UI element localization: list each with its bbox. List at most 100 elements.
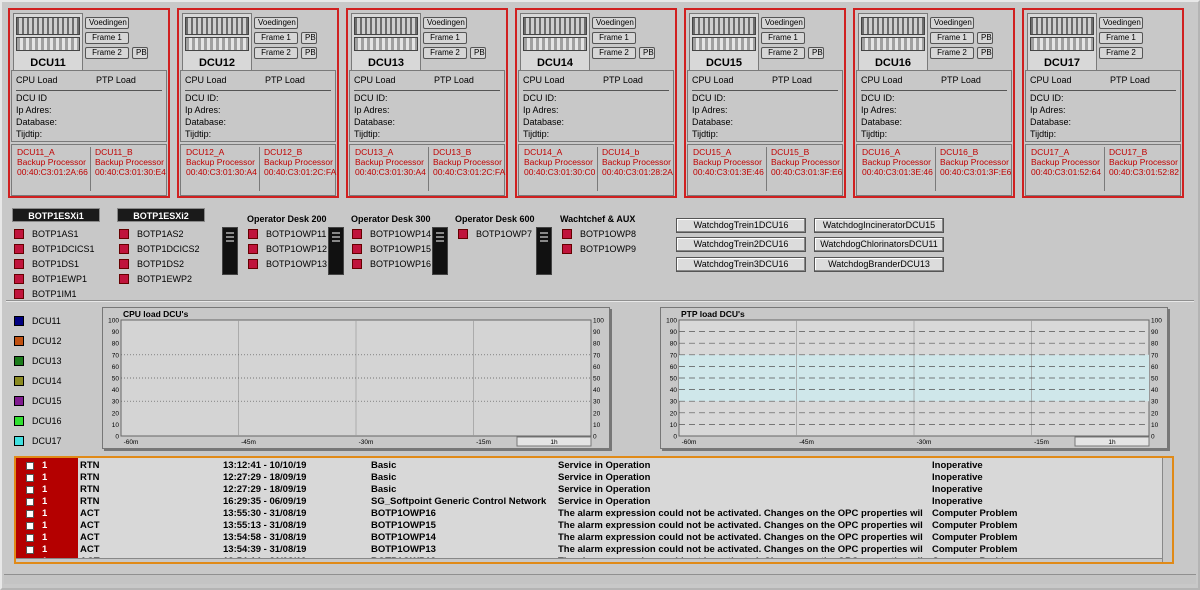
server-item-esx1[interactable]: BOTP1IM1 [32, 289, 77, 299]
alarm-ack-checkbox[interactable] [26, 486, 34, 494]
frame2-button[interactable]: Frame 2 [423, 47, 467, 59]
alarm-row[interactable]: 1 ACT 13:55:13 - 31/08/19 BOTP1OWP15 The ala… [16, 520, 1172, 532]
server-item-desk200[interactable]: BOTP1OWP11 [266, 229, 326, 239]
frame1-button[interactable]: Frame 1 [85, 32, 129, 44]
rack-slots-icon [523, 17, 587, 35]
server-item-esx1[interactable]: BOTP1AS1 [32, 229, 79, 239]
alarm-ack-checkbox[interactable] [26, 498, 34, 506]
alarm-list[interactable]: 1 RTN 13:12:41 - 10/10/19 Basic Service in O… [14, 456, 1174, 564]
watchdog-brander-button[interactable]: WatchdogBranderDCU13 [814, 257, 944, 272]
separator [597, 147, 598, 191]
server-item-desk300[interactable]: BOTP1OWP15 [370, 244, 431, 254]
watchdog-chlorinators-button[interactable]: WatchdogChlorinatorsDCU11 [814, 237, 944, 252]
watchdog-trein1-button[interactable]: WatchdogTrein1DCU16 [676, 218, 806, 233]
alarm-state: ACT [80, 532, 100, 543]
server-item-wachtchef[interactable]: BOTP1OWP8 [580, 229, 636, 239]
processor-b[interactable]: DCU12_B Backup Processor 00:40:C3:01:2C:FA [264, 147, 336, 177]
alarm-ack-checkbox[interactable] [26, 474, 34, 482]
pb-button[interactable]: PB [301, 47, 317, 59]
watchdog-trein3-button[interactable]: WatchdogTrein3DCU16 [676, 257, 806, 272]
server-item-esx2[interactable]: BOTP1AS2 [137, 229, 184, 239]
frame2-button[interactable]: Frame 2 [254, 47, 298, 59]
frame1-button[interactable]: Frame 1 [254, 32, 298, 44]
legend-swatch [14, 436, 24, 446]
server-item-esx1[interactable]: BOTP1DS1 [32, 259, 79, 269]
pb-button[interactable]: PB [301, 32, 317, 44]
processor-b-name: DCU11_B [95, 147, 133, 157]
watchdog-incinerator-button[interactable]: WatchdogIncineratorDCU15 [814, 218, 944, 233]
pb-button[interactable]: PB [639, 47, 655, 59]
server-item-esx2[interactable]: BOTP1DCICS2 [137, 244, 200, 254]
alarm-ack-checkbox[interactable] [26, 534, 34, 542]
processor-b[interactable]: DCU17_B Backup Processor 00:40:C3:01:52:82 [1109, 147, 1179, 177]
server-item-wachtchef[interactable]: BOTP1OWP9 [580, 244, 636, 254]
server-item-esx1[interactable]: BOTP1EWP1 [32, 274, 87, 284]
pb-button[interactable]: PB [470, 47, 486, 59]
voedingen-button[interactable]: Voedingen [254, 17, 298, 29]
alarm-horizontal-scrollbar[interactable] [16, 558, 1162, 562]
alarm-ack-checkbox[interactable] [26, 462, 34, 470]
server-item-desk200[interactable]: BOTP1OWP13 [266, 259, 327, 269]
voedingen-button[interactable]: Voedingen [930, 17, 974, 29]
alarm-ack-checkbox[interactable] [26, 522, 34, 530]
frame1-button[interactable]: Frame 1 [930, 32, 974, 44]
server-item-desk600[interactable]: BOTP1OWP7 [476, 229, 532, 239]
dcu-rack-image[interactable]: DCU12 [182, 13, 252, 71]
watchdog-trein2-button[interactable]: WatchdogTrein2DCU16 [676, 237, 806, 252]
voedingen-button[interactable]: Voedingen [592, 17, 636, 29]
pb-button[interactable]: PB [977, 32, 993, 44]
alarm-row[interactable]: 1 RTN 16:29:35 - 06/09/19 SG_Softpoint Gene… [16, 496, 1172, 508]
processor-a[interactable]: DCU13_A Backup Processor 00:40:C3:01:30:A4 [355, 147, 426, 177]
dcu-rack-image[interactable]: DCU13 [351, 13, 421, 71]
frame2-button[interactable]: Frame 2 [930, 47, 974, 59]
frame1-button[interactable]: Frame 1 [1099, 32, 1143, 44]
processor-b[interactable]: DCU15_B Backup Processor 00:40:C3:01:3F:E6 [771, 147, 842, 177]
dcu-rack-image[interactable]: DCU14 [520, 13, 590, 71]
voedingen-button[interactable]: Voedingen [1099, 17, 1143, 29]
processor-b[interactable]: DCU11_B Backup Processor 00:40:C3:01:30:E4 [95, 147, 166, 177]
processor-a[interactable]: DCU11_A Backup Processor 00:40:C3:01:2A:66 [17, 147, 88, 177]
alarm-row[interactable]: 1 RTN 12:27:29 - 18/09/19 Basic Service in O… [16, 484, 1172, 496]
processor-b[interactable]: DCU16_B Backup Processor 00:40:C3:01:3F:E6 [940, 147, 1011, 177]
alarm-row[interactable]: 1 ACT 13:54:58 - 31/08/19 BOTP1OWP14 The ala… [16, 532, 1172, 544]
frame2-button[interactable]: Frame 2 [85, 47, 129, 59]
server-item-esx2[interactable]: BOTP1DS2 [137, 259, 184, 269]
frame2-button[interactable]: Frame 2 [1099, 47, 1143, 59]
alarm-row[interactable]: 1 RTN 13:12:41 - 10/10/19 Basic Service in O… [16, 460, 1172, 472]
frame1-button[interactable]: Frame 1 [761, 32, 805, 44]
pb-button[interactable]: PB [977, 47, 993, 59]
server-item-esx1[interactable]: BOTP1DCICS1 [32, 244, 95, 254]
frame1-button[interactable]: Frame 1 [423, 32, 467, 44]
dcu-rack-image[interactable]: DCU17 [1027, 13, 1097, 71]
legend-label: DCU15 [32, 396, 62, 406]
server-item-desk200[interactable]: BOTP1OWP12 [266, 244, 327, 254]
rack-slots-icon [185, 17, 249, 35]
voedingen-button[interactable]: Voedingen [423, 17, 467, 29]
processor-a[interactable]: DCU15_A Backup Processor 00:40:C3:01:3E:46 [693, 147, 764, 177]
processor-b[interactable]: DCU13_B Backup Processor 00:40:C3:01:2C:FA [433, 147, 505, 177]
server-item-esx2[interactable]: BOTP1EWP2 [137, 274, 192, 284]
pb-button[interactable]: PB [808, 47, 824, 59]
server-item-desk300[interactable]: BOTP1OWP16 [370, 259, 431, 269]
processor-a[interactable]: DCU16_A Backup Processor 00:40:C3:01:3E:46 [862, 147, 933, 177]
processor-b[interactable]: DCU14_b Backup Processor 00:40:C3:01:28:2A [602, 147, 673, 177]
dcu-rack-image[interactable]: DCU16 [858, 13, 928, 71]
alarm-ack-checkbox[interactable] [26, 510, 34, 518]
server-item-desk300[interactable]: BOTP1OWP14 [370, 229, 431, 239]
frame2-button[interactable]: Frame 2 [592, 47, 636, 59]
voedingen-button[interactable]: Voedingen [761, 17, 805, 29]
processor-a[interactable]: DCU12_A Backup Processor 00:40:C3:01:30:A4 [186, 147, 257, 177]
dcu-rack-image[interactable]: DCU11 [13, 13, 83, 71]
voedingen-button[interactable]: Voedingen [85, 17, 129, 29]
processor-a[interactable]: DCU14_A Backup Processor 00:40:C3:01:30:C0 [524, 147, 595, 177]
pb-button[interactable]: PB [132, 47, 148, 59]
alarm-row[interactable]: 1 ACT 13:55:30 - 31/08/19 BOTP1OWP16 The ala… [16, 508, 1172, 520]
dcu-rack-image[interactable]: DCU15 [689, 13, 759, 71]
processor-a[interactable]: DCU17_A Backup Processor 00:40:C3:01:52:64 [1031, 147, 1101, 177]
frame2-button[interactable]: Frame 2 [761, 47, 805, 59]
alarm-ack-checkbox[interactable] [26, 546, 34, 554]
alarm-row[interactable]: 1 ACT 13:54:39 - 31/08/19 BOTP1OWP13 The ala… [16, 544, 1172, 556]
alarm-row[interactable]: 1 RTN 12:27:29 - 18/09/19 Basic Service in O… [16, 472, 1172, 484]
frame1-button[interactable]: Frame 1 [592, 32, 636, 44]
alarm-vertical-scrollbar[interactable] [1162, 458, 1172, 562]
